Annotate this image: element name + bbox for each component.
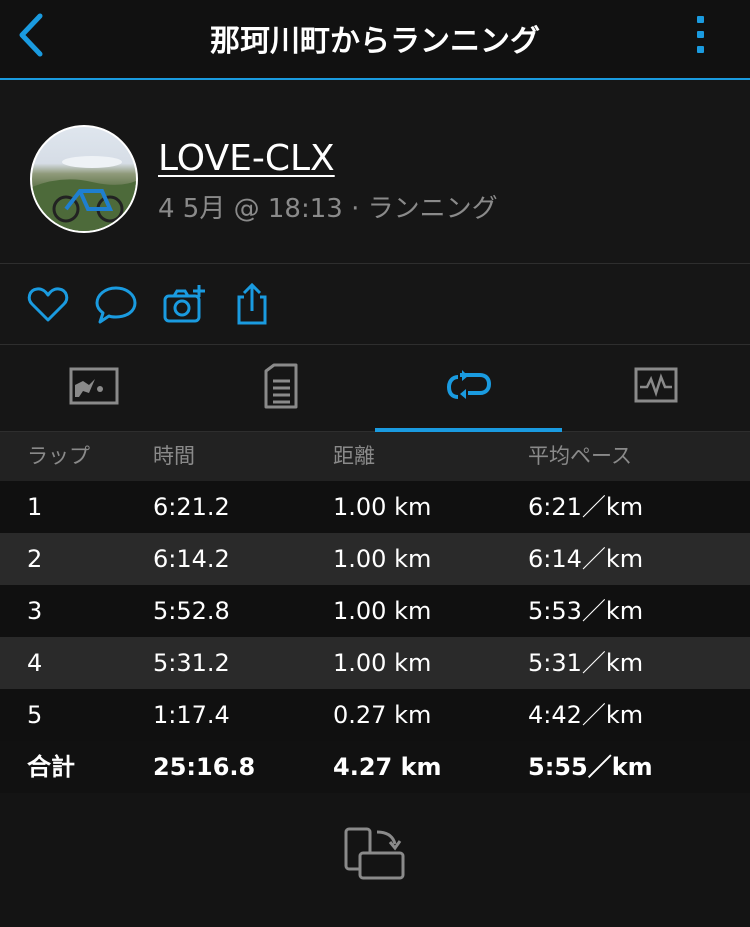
col-distance-header: 距離	[333, 444, 375, 468]
lap-time: 1:17.4	[153, 701, 230, 729]
col-pace-header: 平均ペース	[528, 444, 632, 468]
lap-number: 1	[27, 493, 43, 521]
total-distance: 4.27 km	[333, 753, 442, 781]
share-icon[interactable]	[230, 282, 274, 326]
comment-icon[interactable]	[94, 282, 138, 326]
avatar[interactable]	[30, 125, 138, 233]
lap-pace: 5:31／km	[528, 649, 644, 677]
action-bar	[0, 264, 750, 345]
lap-distance: 1.00 km	[333, 493, 432, 521]
col-lap-header: ラップ	[27, 444, 90, 468]
total-pace: 5:55／km	[528, 753, 653, 781]
total-time: 25:16.8	[153, 753, 256, 781]
lap-pace: 6:21／km	[528, 493, 644, 521]
lap-distance: 1.00 km	[333, 649, 432, 677]
lap-pace: 6:14／km	[528, 545, 644, 573]
activity-owner: LOVE-CLX 4 5月 @ 18:13 · ランニング	[0, 80, 750, 264]
heart-icon[interactable]	[26, 282, 70, 326]
tab-map[interactable]	[0, 345, 187, 431]
add-photo-icon[interactable]	[162, 282, 206, 326]
page-title: 那珂川町からランニング	[210, 24, 540, 59]
chart-icon	[634, 367, 677, 403]
table-row[interactable]: 2 6:14.2 1.00 km 6:14／km	[0, 533, 750, 585]
table-row[interactable]: 1 6:21.2 1.00 km 6:21／km	[0, 481, 750, 533]
lap-time: 5:52.8	[153, 597, 230, 625]
table-header: ラップ 時間 距離 平均ペース	[0, 432, 750, 481]
lap-pace: 4:42／km	[528, 701, 644, 729]
kebab-menu-icon[interactable]	[694, 16, 706, 56]
lap-time: 6:14.2	[153, 545, 230, 573]
lap-number: 2	[27, 545, 43, 573]
tab-bar	[0, 345, 750, 432]
document-list-icon	[264, 363, 297, 409]
lap-distance: 0.27 km	[333, 701, 432, 729]
lap-pace: 5:53／km	[528, 597, 644, 625]
total-label: 合計	[27, 753, 75, 781]
chevron-left-icon[interactable]	[14, 12, 48, 58]
rotate-screen-icon[interactable]	[343, 826, 407, 882]
top-bar: 那珂川町からランニング	[0, 0, 750, 80]
table-row[interactable]: 4 5:31.2 1.00 km 5:31／km	[0, 637, 750, 689]
lap-number: 5	[27, 701, 43, 729]
activity-meta: 4 5月 @ 18:13 · ランニング	[158, 194, 498, 224]
map-icon	[69, 367, 118, 405]
lap-distance: 1.00 km	[333, 597, 432, 625]
username-link[interactable]: LOVE-CLX	[158, 138, 335, 179]
tab-details[interactable]	[187, 345, 374, 431]
table-row[interactable]: 5 1:17.4 0.27 km 4:42／km	[0, 689, 750, 741]
lap-time: 6:21.2	[153, 493, 230, 521]
laps-icon	[446, 370, 491, 399]
table-total-row: 合計 25:16.8 4.27 km 5:55／km	[0, 741, 750, 793]
lap-distance: 1.00 km	[333, 545, 432, 573]
col-time-header: 時間	[153, 444, 195, 468]
laps-table: ラップ 時間 距離 平均ペース 1 6:21.2 1.00 km 6:21／km…	[0, 432, 750, 793]
lap-time: 5:31.2	[153, 649, 230, 677]
table-row[interactable]: 3 5:52.8 1.00 km 5:53／km	[0, 585, 750, 637]
tab-laps[interactable]	[375, 345, 562, 432]
lap-number: 3	[27, 597, 43, 625]
tab-charts[interactable]	[562, 345, 749, 431]
lap-number: 4	[27, 649, 43, 677]
